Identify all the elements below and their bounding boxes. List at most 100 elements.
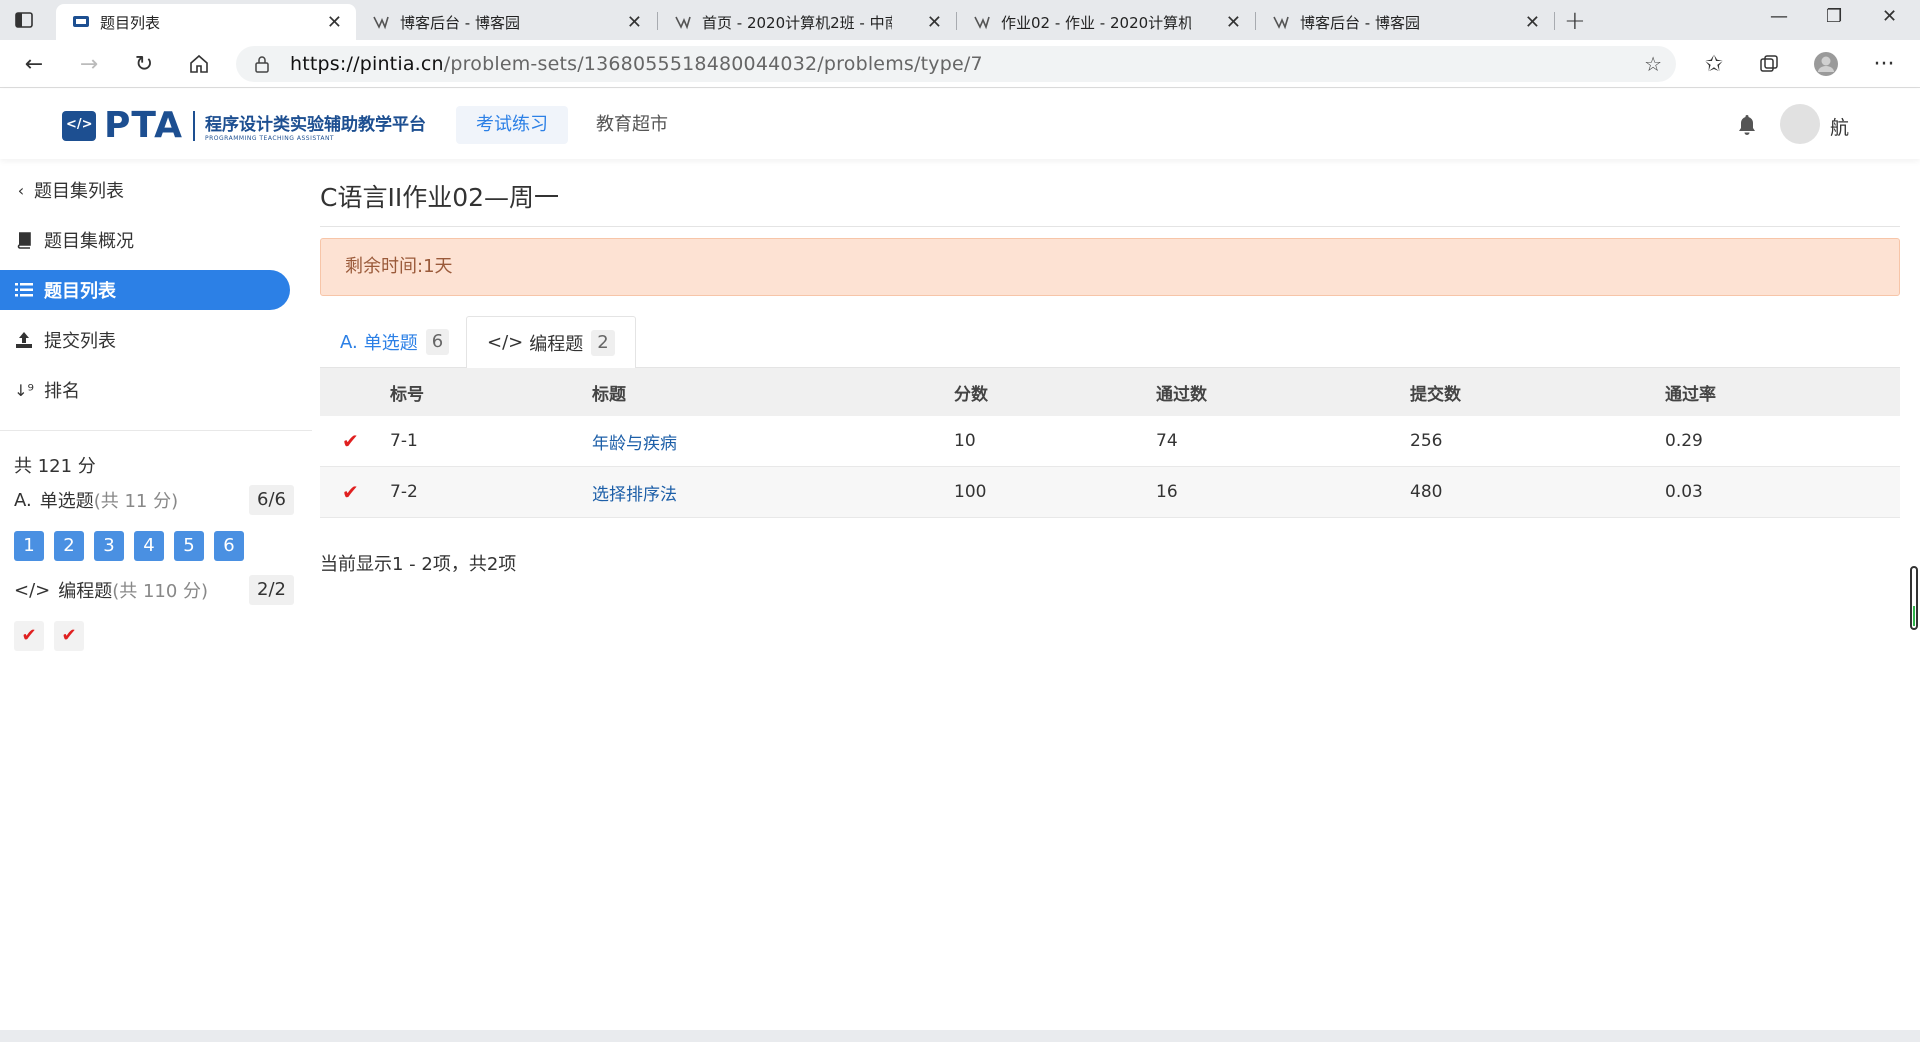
logo-slogan: 程序设计类实验辅助教学平台 PROGRAMMING TEACHING ASSIS… <box>205 110 426 142</box>
programming-label: 编程题 <box>58 581 113 602</box>
window-close-button[interactable]: ✕ <box>1882 6 1897 27</box>
pagination-info: 当前显示1 - 2项，共2项 <box>320 554 517 575</box>
url-text[interactable]: https://pintia.cn/problem-sets/136805551… <box>290 53 983 75</box>
tab-title: 作业02 - 作业 - 2020计算机2班 - <box>1001 13 1191 32</box>
home-icon[interactable] <box>185 50 213 78</box>
column-header-id: 标号 <box>390 384 424 405</box>
tab-title: 首页 - 2020计算机2班 - 中南林业 <box>702 13 892 32</box>
favorites-icon[interactable]: ✩ <box>1700 50 1728 78</box>
forward-arrow-icon[interactable]: → <box>75 50 103 78</box>
window-bottom-edge <box>0 1030 1920 1042</box>
problem-id: 7-1 <box>390 431 418 451</box>
tab-actions-icon[interactable] <box>14 10 34 30</box>
tab-title: 博客后台 - 博客园 <box>1300 13 1420 32</box>
code-icon: </> <box>487 332 524 353</box>
close-icon[interactable]: ✕ <box>627 12 642 33</box>
question-chip[interactable]: 6 <box>214 531 244 561</box>
question-chip[interactable]: 5 <box>174 531 204 561</box>
problem-score: 100 <box>954 482 987 502</box>
browser-tab-strip: 题目列表 ✕ 博客后台 - 博客园 ✕ 首页 - 2020计算机2班 - 中南林… <box>0 0 1920 40</box>
pta-logo-mark-icon <box>62 110 96 141</box>
logo-slogan-en: PROGRAMMING TEACHING ASSISTANT <box>205 134 335 142</box>
sort-icon: ↓⁹ <box>14 380 34 400</box>
question-chip[interactable]: 1 <box>14 531 44 561</box>
programming-score: (共 110 分) <box>112 581 209 602</box>
chevron-left-icon: ‹ <box>17 180 25 200</box>
tab-label: 单选题 <box>363 333 418 354</box>
minimize-button[interactable]: — <box>1770 6 1788 27</box>
browser-tab-5[interactable]: 博客后台 - 博客园 ✕ <box>1256 4 1554 40</box>
tab-separator <box>1554 12 1555 30</box>
sidebar-item-submissions[interactable]: 提交列表 <box>0 320 290 360</box>
browser-tab-1[interactable]: 题目列表 ✕ <box>56 4 356 40</box>
nav-exam-practice[interactable]: 考试练习 <box>456 106 568 144</box>
column-header-pass: 通过数 <box>1156 384 1207 405</box>
problem-score: 10 <box>954 431 976 451</box>
single-choice-chips: 1 2 3 4 5 6 <box>14 531 254 561</box>
single-choice-score: (共 11 分) <box>93 491 179 512</box>
lock-icon[interactable] <box>254 55 270 73</box>
table-row[interactable]: ✔ 7-1 年龄与疾病 10 74 256 0.29 <box>320 416 1900 467</box>
sidebar-item-problem-list[interactable]: 题目列表 <box>0 270 290 310</box>
problem-title-link[interactable]: 年龄与疾病 <box>592 416 677 466</box>
programming-chips: ✔ ✔ <box>14 621 94 651</box>
sidebar-item-ranking[interactable]: ↓⁹ 排名 <box>0 370 290 410</box>
close-icon[interactable]: ✕ <box>327 12 342 33</box>
checkmark-icon: ✔ <box>342 480 359 504</box>
address-bar[interactable]: https://pintia.cn/problem-sets/136805551… <box>236 46 1676 82</box>
restore-button[interactable]: ❐ <box>1826 6 1842 27</box>
sidebar-item-overview[interactable]: 题目集概况 <box>0 220 290 260</box>
problem-submit-count: 256 <box>1410 431 1443 451</box>
single-choice-label: 单选题 <box>39 491 94 512</box>
title-divider <box>320 226 1900 227</box>
browser-tab-3[interactable]: 首页 - 2020计算机2班 - 中南林业 ✕ <box>658 4 956 40</box>
url-host: https://pintia.cn <box>290 53 444 75</box>
close-icon[interactable]: ✕ <box>1525 12 1540 33</box>
close-icon[interactable]: ✕ <box>1226 12 1241 33</box>
add-favorite-icon[interactable]: ☆ <box>1644 52 1662 76</box>
table-row[interactable]: ✔ 7-2 选择排序法 100 16 480 0.03 <box>320 467 1900 518</box>
tab-label: 编程题 <box>529 333 584 355</box>
sidebar-item-label: 题目列表 <box>44 281 116 302</box>
close-icon[interactable]: ✕ <box>927 12 942 33</box>
new-tab-button[interactable]: + <box>1564 6 1586 36</box>
more-menu-icon[interactable]: ··· <box>1870 50 1898 78</box>
tab-single-choice[interactable]: A. 单选题 6 <box>320 316 469 368</box>
pta-logo[interactable]: PTA 程序设计类实验辅助教学平台 PROGRAMMING TEACHING A… <box>62 105 426 146</box>
url-path: /problem-sets/1368055518480044032/proble… <box>443 53 983 75</box>
sidebar-back-link[interactable]: ‹ 题目集列表 <box>0 170 290 210</box>
tab-programming[interactable]: </> 编程题 2 <box>466 316 636 369</box>
checkmark-icon[interactable]: ✔ <box>14 621 44 651</box>
column-header-rate: 通过率 <box>1665 384 1716 405</box>
tab-title: 题目列表 <box>100 13 161 32</box>
problem-id: 7-2 <box>390 482 418 502</box>
remaining-time-alert: 剩余时间:1天 <box>320 238 1900 296</box>
browser-tab-2[interactable]: 博客后台 - 博客园 ✕ <box>356 4 656 40</box>
logo-divider <box>193 110 196 141</box>
checkmark-icon[interactable]: ✔ <box>54 621 84 651</box>
scroll-indicator[interactable] <box>1910 566 1918 630</box>
tab-count-badge: 6 <box>425 329 450 355</box>
code-icon: </> <box>14 579 51 601</box>
problem-pass-count: 74 <box>1156 431 1178 451</box>
problem-pass-rate: 0.29 <box>1665 431 1703 451</box>
problem-type-tabs: A. 单选题 6 </> 编程题 2 <box>320 316 1900 369</box>
avatar[interactable] <box>1780 104 1820 144</box>
nav-education-market[interactable]: 教育超市 <box>576 106 688 144</box>
question-chip[interactable]: 3 <box>94 531 124 561</box>
bell-icon[interactable] <box>1736 113 1758 137</box>
browser-tab-4[interactable]: 作业02 - 作业 - 2020计算机2班 - ✕ <box>957 4 1255 40</box>
cnblogs-favicon-icon <box>1273 16 1289 30</box>
question-chip[interactable]: 2 <box>54 531 84 561</box>
profile-icon[interactable] <box>1812 50 1840 78</box>
problem-title-link[interactable]: 选择排序法 <box>592 467 677 517</box>
browser-toolbar: ← → ↻ https://pintia.cn/problem-sets/136… <box>0 40 1920 88</box>
single-choice-icon: A. <box>340 331 358 353</box>
back-arrow-icon[interactable]: ← <box>20 50 48 78</box>
checkmark-icon: ✔ <box>342 429 359 453</box>
column-header-score: 分数 <box>954 384 988 405</box>
question-chip[interactable]: 4 <box>134 531 164 561</box>
collections-icon[interactable] <box>1755 50 1783 78</box>
refresh-icon[interactable]: ↻ <box>130 50 158 78</box>
username[interactable]: 航 <box>1830 113 1849 140</box>
